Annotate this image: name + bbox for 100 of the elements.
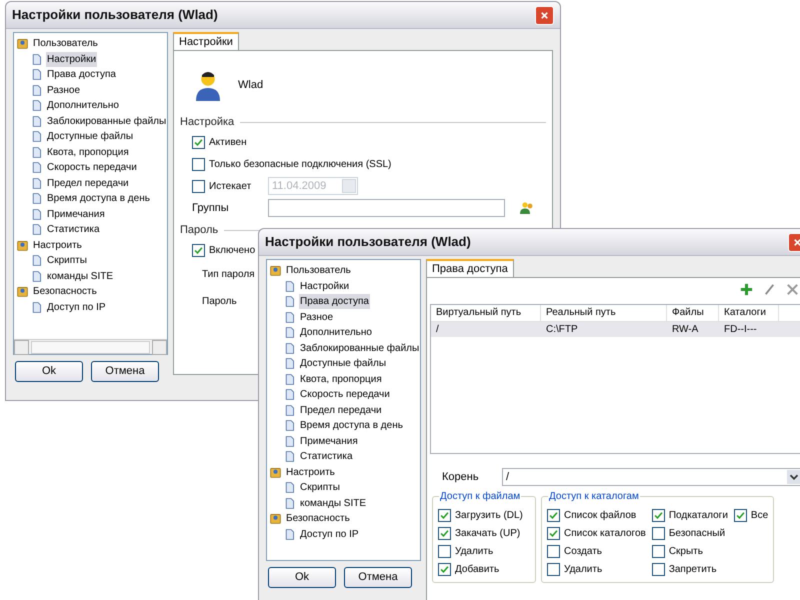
checkbox-label: Истекает [209, 180, 252, 194]
checkbox[interactable] [547, 563, 560, 576]
user-name: Wlad [238, 78, 264, 93]
column-header[interactable]: Каталоги [719, 305, 779, 321]
checkbox[interactable] [652, 527, 665, 540]
tree-item[interactable]: Пользователь [285, 263, 352, 278]
checkbox[interactable] [547, 509, 560, 522]
tree-item[interactable]: Настройки [46, 52, 98, 67]
checkbox-label: Включено [209, 244, 256, 258]
dropdown[interactable]: / [502, 468, 800, 486]
table-cell-text: RW-A [671, 323, 700, 337]
tree-item[interactable]: Разное [299, 310, 334, 325]
document-icon [283, 357, 296, 370]
tree-item[interactable]: Предел передачи [299, 402, 383, 418]
document-icon [30, 270, 43, 283]
document-icon [283, 372, 296, 386]
tree-item[interactable]: Пользователь [32, 36, 99, 52]
tree-item[interactable]: Настройки [299, 278, 350, 294]
tree-item[interactable]: Доступные файлы [299, 356, 388, 372]
dialog-button[interactable]: Ok [15, 361, 83, 382]
close-button[interactable] [535, 6, 554, 24]
tree-item[interactable]: Статистика [299, 449, 354, 464]
tab[interactable]: Права доступа [426, 259, 514, 277]
folder-icon [16, 37, 29, 50]
tree-item[interactable]: Скрипты [299, 480, 341, 496]
checkbox[interactable] [438, 509, 451, 522]
checkbox-label: Удалить [455, 545, 494, 559]
checkbox[interactable] [652, 509, 665, 522]
checkbox[interactable] [438, 527, 451, 540]
tree-item[interactable]: Время доступа в день [299, 418, 404, 434]
checkbox[interactable] [438, 545, 451, 558]
field-label: Пароль [202, 295, 237, 309]
document-icon [30, 68, 43, 82]
tree-item[interactable]: Безопасность [32, 284, 98, 300]
document-icon [30, 300, 43, 314]
checkbox[interactable] [192, 136, 205, 148]
tree-item[interactable]: Доступ по IP [299, 526, 360, 542]
document-icon [283, 434, 296, 448]
table-cell-text: / [435, 323, 440, 337]
table-cell-text: FD--I--- [723, 323, 758, 337]
tree-item[interactable]: Примечания [299, 434, 359, 449]
checkbox[interactable] [438, 563, 451, 576]
document-icon [30, 52, 43, 66]
checkbox[interactable] [547, 527, 560, 540]
tab[interactable]: Настройки [173, 32, 239, 50]
tree-item[interactable]: команды SITE [46, 268, 114, 284]
tree-item[interactable]: Разное [46, 82, 82, 98]
tree-item[interactable]: Время доступа в день [46, 191, 151, 206]
folder-icon [269, 264, 282, 278]
tree-item[interactable]: Скорость передачи [46, 160, 138, 176]
tree-item[interactable]: Права доступа [46, 67, 117, 82]
tree-item[interactable]: Заблокированные файлы [46, 114, 167, 129]
tree-item[interactable]: Безопасность [285, 511, 351, 526]
dialog-button[interactable]: Отмена [344, 567, 412, 588]
checkbox-label: Список каталогов [564, 527, 646, 541]
tree-item[interactable]: Скорость передачи [299, 387, 391, 402]
tree-item[interactable]: Скрипты [46, 253, 88, 268]
document-icon [283, 280, 296, 293]
checkbox-label: Скрыть [668, 545, 703, 559]
checkbox[interactable] [652, 563, 665, 576]
folder-icon [16, 238, 29, 252]
scrollbar[interactable] [14, 339, 167, 354]
close-icon [539, 10, 550, 20]
section-heading: Пароль [180, 222, 218, 238]
tree-item[interactable]: Доступ по IP [46, 300, 107, 315]
pencil-icon [762, 282, 777, 297]
field-label: Группы [192, 200, 230, 216]
checkbox-label: Загрузить (DL) [455, 509, 523, 523]
tree-item[interactable]: Примечания [46, 206, 106, 222]
tree-item[interactable]: Дополнительно [46, 98, 120, 114]
table-row[interactable]: / C:\FTP RW-A FD--I--- [431, 322, 800, 337]
checkbox[interactable] [547, 545, 560, 558]
tree-item[interactable]: Квота, пропорция [299, 372, 383, 387]
checkbox[interactable] [192, 244, 205, 256]
document-icon [30, 84, 43, 97]
tree-item[interactable]: Статистика [46, 222, 101, 238]
checkbox[interactable] [192, 158, 205, 170]
document-icon [30, 223, 43, 236]
tree-item[interactable]: Заблокированные файлы [299, 340, 420, 356]
document-icon [30, 146, 43, 159]
column-header[interactable]: Файлы [667, 305, 719, 321]
group-title: Доступ к файлам [439, 489, 522, 504]
document-icon [30, 130, 43, 144]
checkbox[interactable] [652, 545, 665, 558]
tree-item[interactable]: Настроить [32, 238, 83, 253]
document-icon [283, 326, 296, 340]
column-header[interactable]: Реальный путь [541, 305, 667, 321]
tree-item[interactable]: Настроить [285, 464, 336, 480]
column-header[interactable]: Виртуальный путь [431, 305, 541, 321]
tree-item[interactable]: Права доступа [299, 294, 370, 310]
tree-item[interactable]: Предел передачи [46, 176, 130, 191]
input-field[interactable] [268, 199, 505, 217]
document-icon [30, 99, 43, 112]
checkbox[interactable] [734, 509, 747, 522]
tree-item[interactable]: Доступные файлы [46, 129, 134, 144]
tree-item[interactable]: Квота, пропорция [46, 144, 130, 160]
dialog-button[interactable]: Отмена [91, 361, 159, 382]
dialog-button[interactable]: Ok [268, 567, 336, 588]
tree-item[interactable]: Дополнительно [299, 325, 373, 340]
tree-item[interactable]: команды SITE [299, 496, 368, 511]
